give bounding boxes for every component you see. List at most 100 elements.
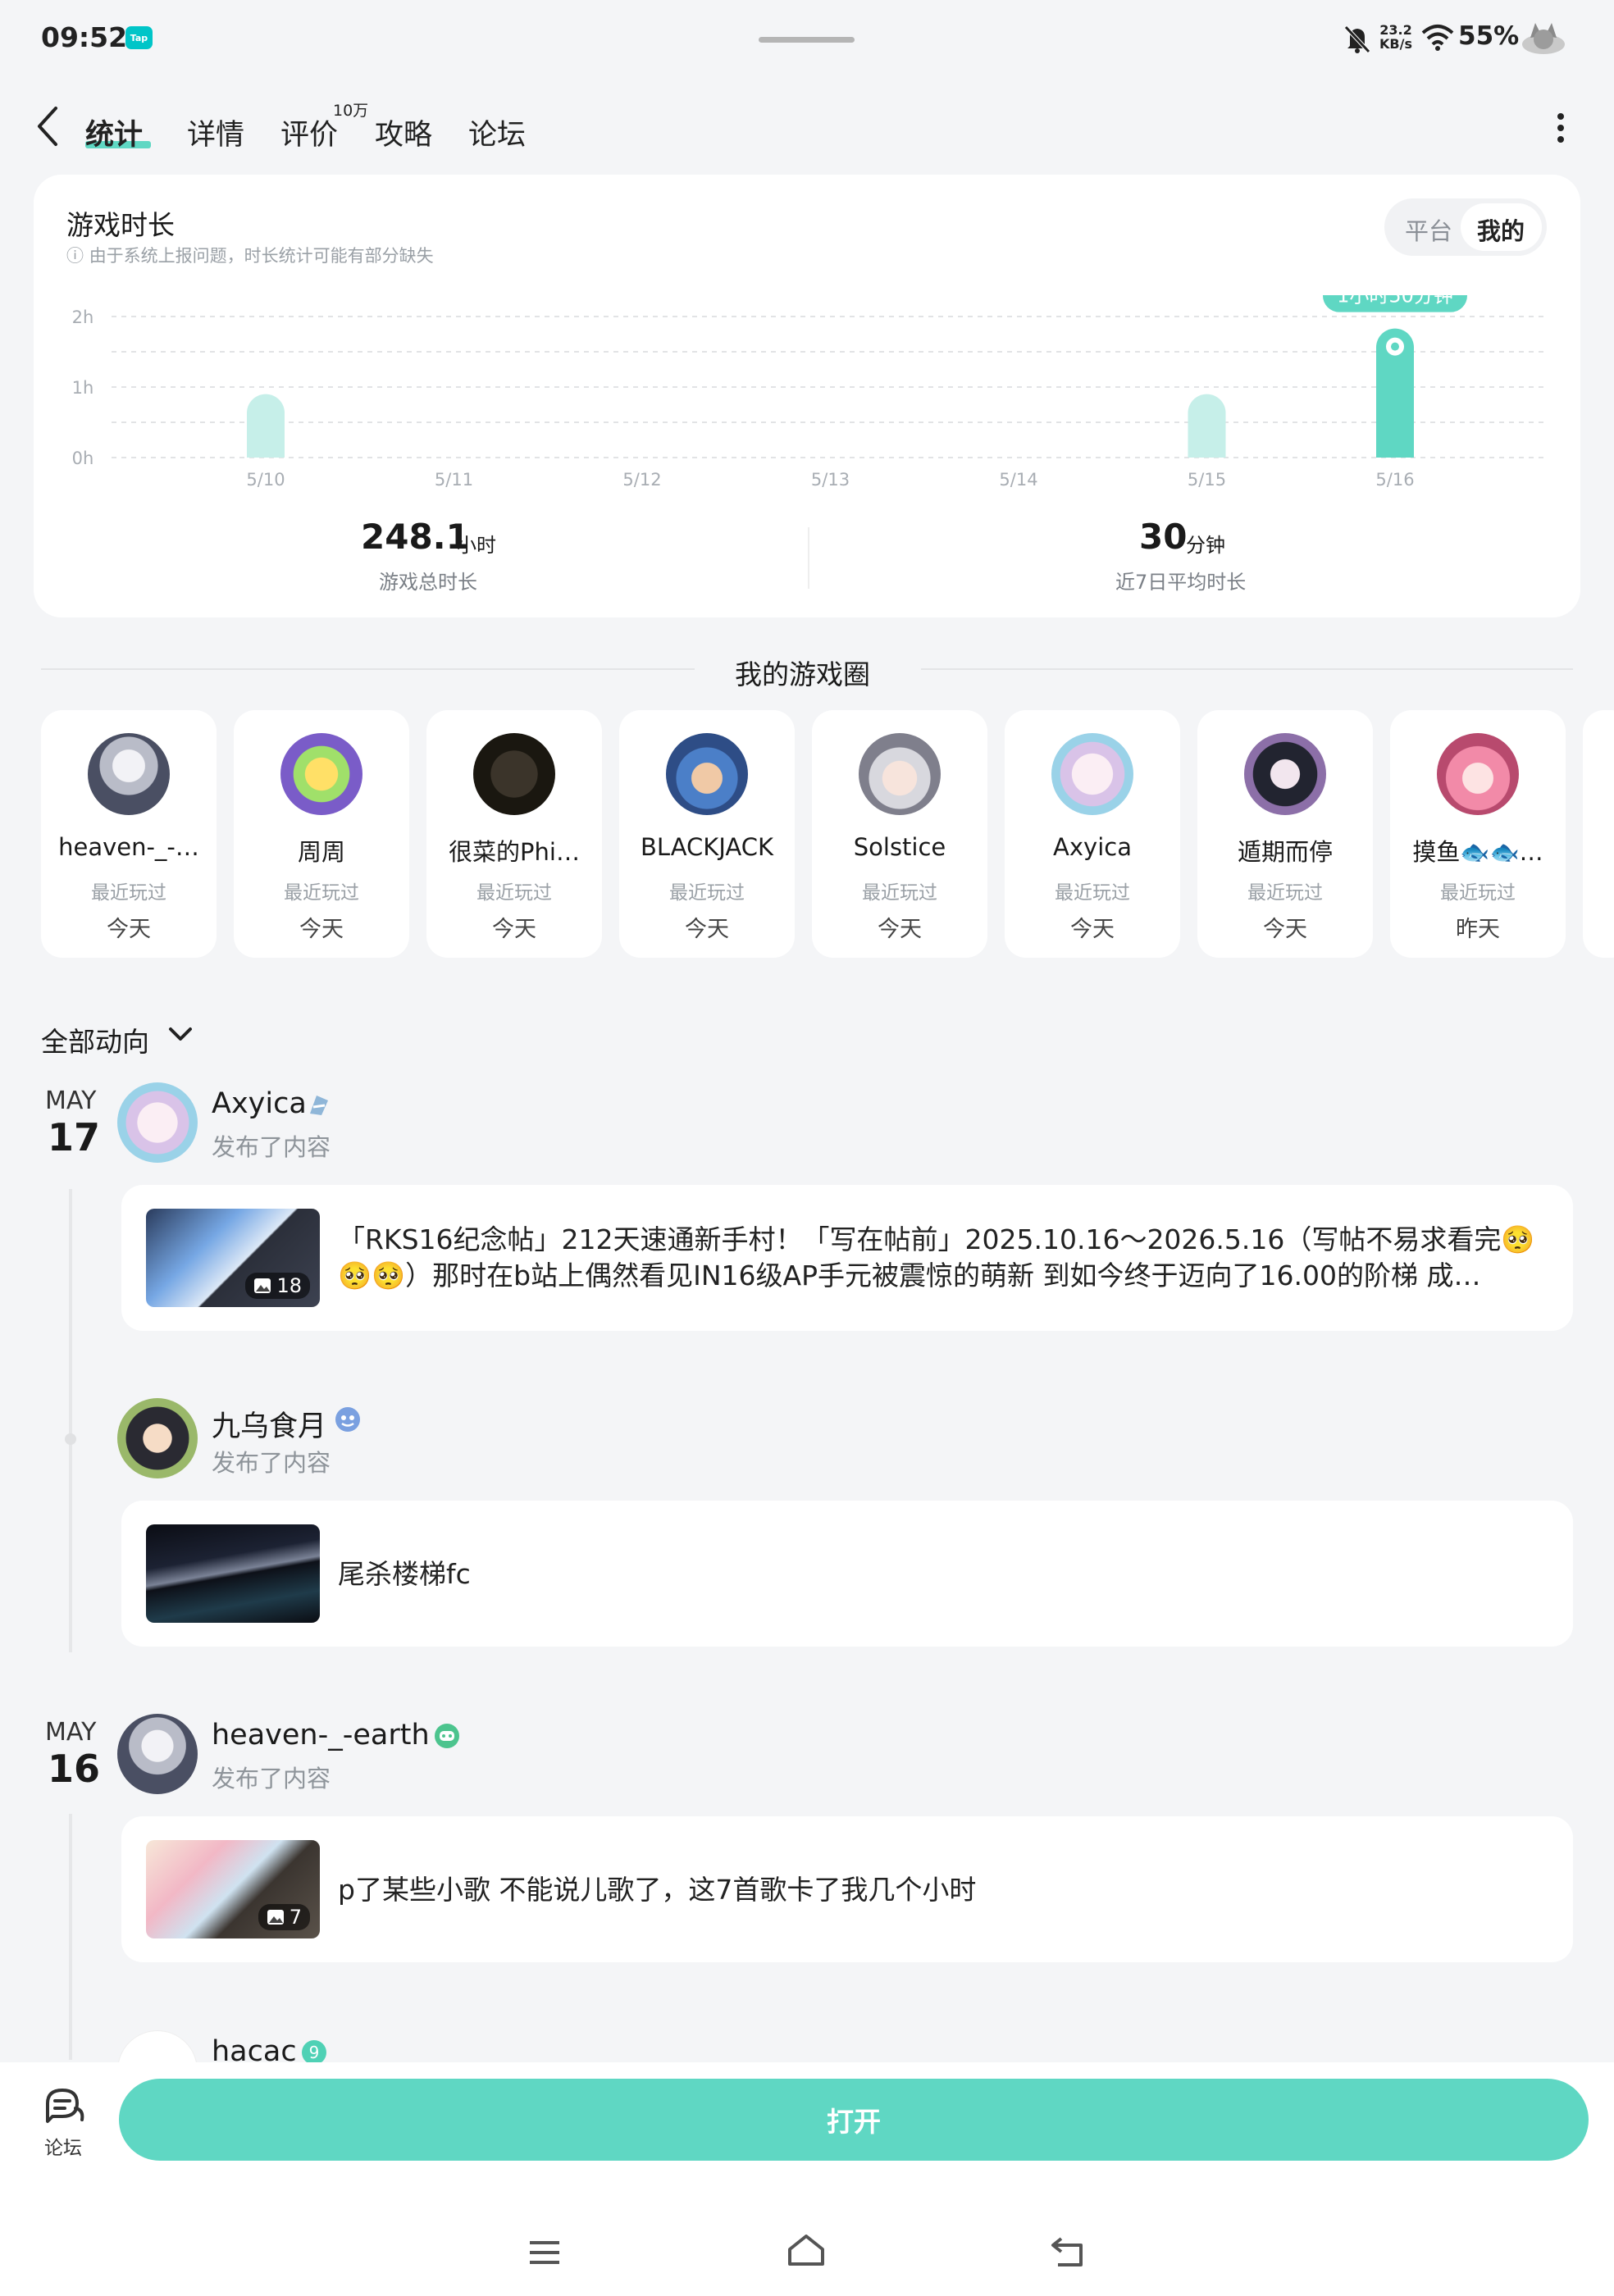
- friend-card[interactable]: 遁期而停 最近玩过 今天: [1197, 710, 1373, 958]
- tab-review[interactable]: 评价: [280, 112, 338, 153]
- playtime-chart: 0h 1h 2h 5/10 5/11 5/12 5/13 5/14 5/15 5/16 1小时50分…: [72, 295, 1544, 490]
- game-badge-icon: [310, 1096, 328, 1115]
- friend-last-played: 今天: [107, 917, 151, 942]
- friend-card[interactable]: Solstice 最近玩过 今天: [812, 710, 987, 958]
- more-options-icon[interactable]: [1556, 112, 1566, 144]
- x-tick-label: 5/16: [1375, 470, 1414, 490]
- friend-card[interactable]: BLACKJACK 最近玩过 今天: [619, 710, 795, 958]
- friend-recent-label: 最近玩过: [284, 882, 359, 904]
- bar[interactable]: [1188, 394, 1226, 458]
- friend-name: Axyica: [1053, 833, 1132, 861]
- friend-recent-label: 最近玩过: [1247, 882, 1323, 904]
- friend-name: 周周: [297, 838, 345, 866]
- image-count-badge: 7: [258, 1904, 310, 1930]
- app-badge-icon: Tap: [125, 26, 153, 49]
- friend-last-played: 今天: [1070, 917, 1115, 942]
- total-playtime-label: 游戏总时长: [379, 571, 477, 594]
- total-playtime-unit: 小时: [457, 534, 496, 557]
- net-speed: 23.2 KB/s: [1379, 22, 1412, 52]
- system-back-icon[interactable]: [1050, 2235, 1086, 2268]
- friend-last-played: 今天: [878, 917, 922, 942]
- home-icon[interactable]: [786, 2233, 827, 2267]
- avatar[interactable]: [117, 1082, 198, 1163]
- avatar: [280, 733, 362, 815]
- friend-name: BLACKJACK: [641, 833, 773, 861]
- friend-name: 摸鱼🐟🐟…: [1412, 838, 1543, 866]
- drag-handle[interactable]: [759, 37, 855, 43]
- post-action: 发布了内容: [212, 1765, 331, 1793]
- avatar: [859, 733, 941, 815]
- battery-level: 55%: [1458, 21, 1520, 51]
- x-tick-label: 5/15: [1188, 470, 1226, 490]
- tab-guide[interactable]: 攻略: [375, 112, 432, 153]
- friend-card[interactable]: Axyica 最近玩过 今天: [1005, 710, 1180, 958]
- date-month: MAY: [45, 1086, 97, 1115]
- friend-card[interactable]: 很菜的Phi… 最近玩过 今天: [426, 710, 602, 958]
- chevron-down-icon[interactable]: [168, 1027, 193, 1043]
- tab-stats[interactable]: 统计: [85, 112, 143, 153]
- avatar: [1051, 733, 1133, 815]
- friend-name: heaven-_-…: [58, 833, 199, 861]
- bar-marker: [1391, 342, 1399, 351]
- tab-forum[interactable]: 论坛: [468, 112, 526, 153]
- avg-playtime-value: 30: [1139, 517, 1188, 557]
- image-icon: [254, 1278, 271, 1293]
- friend-card[interactable]: 摸鱼🐟🐟… 最近玩过 昨天: [1390, 710, 1566, 958]
- playtime-note: ⓘ 由于系统上报问题，时长统计可能有部分缺失: [66, 246, 434, 266]
- playtime-title: 游戏时长: [66, 209, 175, 241]
- x-tick-label: 5/11: [435, 470, 473, 490]
- avatar: [1244, 733, 1326, 815]
- toggle-mine[interactable]: 我的: [1477, 212, 1525, 247]
- post-thumbnail[interactable]: 18: [146, 1209, 320, 1307]
- wifi-icon: [1421, 25, 1454, 51]
- post-thumbnail[interactable]: [146, 1524, 320, 1623]
- forum-icon[interactable]: [43, 2087, 85, 2125]
- friend-recent-label: 最近玩过: [669, 882, 745, 904]
- avatar: [473, 733, 555, 815]
- post-text-line: 尾杀楼梯fc: [338, 1558, 471, 1590]
- post-text-line: p了某些小歌 不能说儿歌了，这7首歌卡了我几个小时: [338, 1874, 977, 1906]
- tooltip-text: 1小时50分钟: [1337, 295, 1453, 308]
- y-tick-label: 2h: [72, 308, 94, 327]
- bell-mute-icon: [1344, 25, 1370, 53]
- forum-label[interactable]: 论坛: [44, 2132, 82, 2160]
- avatar[interactable]: [117, 1398, 198, 1478]
- friend-recent-label: 最近玩过: [476, 882, 552, 904]
- avatar[interactable]: [117, 1714, 198, 1794]
- post-username[interactable]: Axyica: [212, 1087, 307, 1120]
- game-badge-icon: [435, 1724, 459, 1748]
- x-tick-label: 5/14: [999, 470, 1037, 490]
- post-username[interactable]: heaven-_-earth: [212, 1719, 430, 1752]
- bar[interactable]: [247, 394, 285, 458]
- friend-recent-label: 最近玩过: [862, 882, 937, 904]
- y-tick-label: 1h: [72, 378, 94, 398]
- feed-filter-dropdown[interactable]: 全部动向: [41, 1020, 149, 1059]
- friend-last-played: 今天: [685, 917, 729, 942]
- friend-recent-label: 最近玩过: [1055, 882, 1130, 904]
- avatar: [88, 733, 170, 815]
- back-icon[interactable]: [33, 105, 62, 148]
- timeline-line: [69, 1189, 72, 1652]
- friend-card[interactable]: 周周 最近玩过 今天: [234, 710, 409, 958]
- avg-playtime-unit: 分钟: [1186, 534, 1225, 557]
- friend-last-played: 今天: [1263, 917, 1307, 942]
- avatar: [666, 733, 748, 815]
- x-tick-label: 5/10: [246, 470, 285, 490]
- x-tick-label: 5/13: [811, 470, 850, 490]
- post-username[interactable]: 九乌食月: [212, 1403, 326, 1445]
- toggle-platform[interactable]: 平台: [1405, 212, 1452, 247]
- cat-battery-icon: [1522, 23, 1565, 54]
- divider: [41, 668, 695, 670]
- friend-recent-label: 最近玩过: [91, 882, 166, 904]
- open-button[interactable]: 打开: [119, 2079, 1589, 2161]
- post-thumbnail[interactable]: 7: [146, 1840, 320, 1938]
- menu-icon[interactable]: [528, 2240, 561, 2265]
- date-day: 17: [48, 1115, 101, 1159]
- friend-card[interactable]: [1583, 710, 1614, 958]
- friend-card[interactable]: heaven-_-… 最近玩过 今天: [41, 710, 217, 958]
- tab-detail[interactable]: 详情: [187, 112, 244, 153]
- friend-name: 遁期而停: [1237, 838, 1333, 866]
- stat-divider: [808, 527, 809, 589]
- svg-text:9: 9: [309, 2043, 320, 2062]
- post-card[interactable]: [121, 1185, 1573, 1331]
